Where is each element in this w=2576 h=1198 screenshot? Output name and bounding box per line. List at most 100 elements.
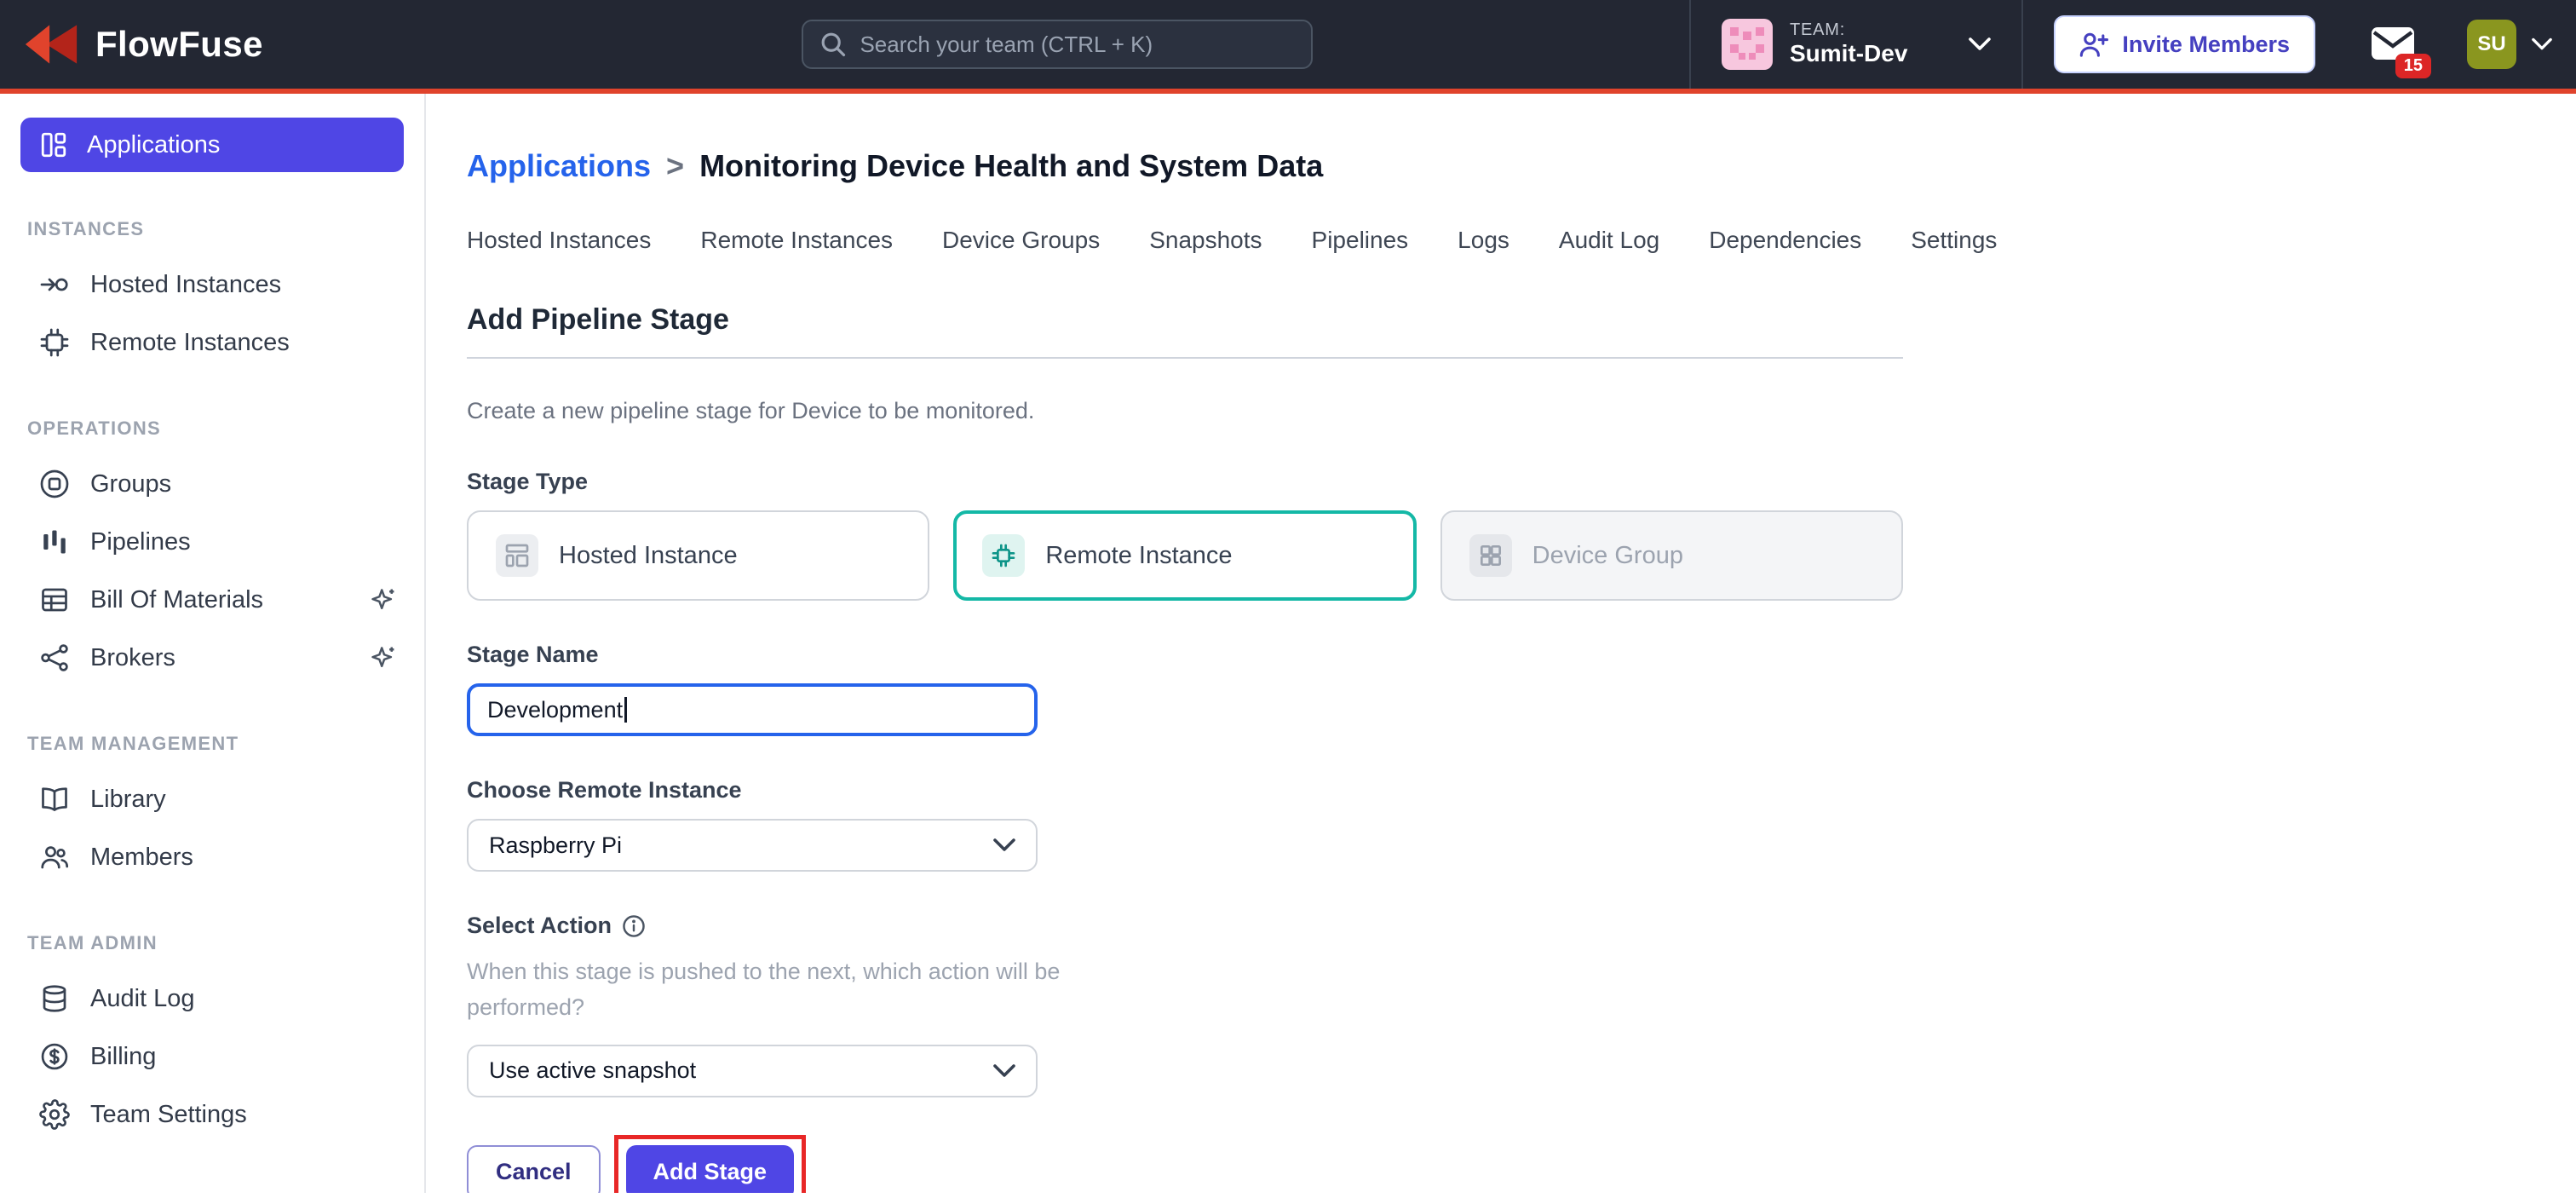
sidebar-item-label: Members <box>90 844 193 872</box>
remote-instances-icon <box>39 327 70 358</box>
app-root: FlowFuse <box>0 0 2576 1198</box>
billing-icon <box>39 1041 70 1072</box>
stage-type-field: Stage Type Hosted Instance <box>467 469 1903 601</box>
nav-center <box>426 0 1689 89</box>
tab-pipelines[interactable]: Pipelines <box>1312 227 1409 254</box>
brand-area: FlowFuse <box>24 0 426 89</box>
remote-instance-field: Choose Remote Instance Raspberry Pi <box>467 777 1903 872</box>
stage-type-remote-instance[interactable]: Remote Instance <box>953 510 1416 601</box>
tab-remote-instances[interactable]: Remote Instances <box>700 227 893 254</box>
sidebar-item-label: Bill Of Materials <box>90 586 263 614</box>
team-avatar <box>1722 19 1773 70</box>
search-input[interactable] <box>860 32 1294 58</box>
remote-instance-label: Choose Remote Instance <box>467 777 1903 803</box>
sidebar-item-hosted-instances[interactable]: Hosted Instances <box>0 256 424 314</box>
application-tabs: Hosted Instances Remote Instances Device… <box>467 227 2576 254</box>
stage-name-value: Development <box>487 697 623 723</box>
sidebar-item-team-settings[interactable]: Team Settings <box>0 1086 424 1143</box>
notifications-button[interactable]: 15 <box>2370 24 2416 65</box>
sidebar-section-instances: INSTANCES <box>27 218 397 240</box>
sidebar-item-label: Library <box>90 786 166 814</box>
stage-type-option-label: Remote Instance <box>1045 542 1232 570</box>
stage-type-hosted-instance[interactable]: Hosted Instance <box>467 510 929 601</box>
sidebar-item-label: Hosted Instances <box>90 271 281 299</box>
stage-name-input[interactable]: Development <box>467 683 1038 736</box>
sidebar-item-label: Audit Log <box>90 985 195 1013</box>
info-icon[interactable] <box>622 914 646 938</box>
page-title: Monitoring Device Health and System Data <box>699 148 1323 184</box>
tab-device-groups[interactable]: Device Groups <box>942 227 1100 254</box>
sidebar-item-library[interactable]: Library <box>0 770 424 828</box>
applications-icon <box>39 130 68 159</box>
groups-icon <box>39 469 70 499</box>
brand-name: FlowFuse <box>95 24 263 65</box>
chevron-down-icon <box>1969 37 1991 51</box>
stage-type-option-label: Hosted Instance <box>559 542 738 570</box>
tab-snapshots[interactable]: Snapshots <box>1149 227 1262 254</box>
sidebar-item-members[interactable]: Members <box>0 828 424 886</box>
members-icon <box>39 842 70 873</box>
search-icon <box>820 32 846 57</box>
sparkle-icon <box>370 644 397 671</box>
tab-dependencies[interactable]: Dependencies <box>1709 227 1861 254</box>
select-action-help: When this stage is pushed to the next, w… <box>467 954 1097 1026</box>
sidebar-item-billing[interactable]: Billing <box>0 1028 424 1086</box>
action-select[interactable]: Use active snapshot <box>467 1045 1038 1097</box>
stage-type-option-label: Device Group <box>1532 542 1683 570</box>
breadcrumb: Applications > Monitoring Device Health … <box>467 148 2576 184</box>
tab-logs[interactable]: Logs <box>1458 227 1509 254</box>
team-search[interactable] <box>802 20 1313 69</box>
sidebar-item-label: Billing <box>90 1043 156 1071</box>
remote-instance-value: Raspberry Pi <box>489 832 622 859</box>
remote-instance-select[interactable]: Raspberry Pi <box>467 819 1038 872</box>
invite-members-button[interactable]: Invite Members <box>2054 15 2315 73</box>
sidebar-item-label: Pipelines <box>90 528 191 556</box>
sidebar-item-label: Applications <box>87 131 220 159</box>
remote-instance-icon <box>982 534 1025 577</box>
top-navbar: FlowFuse <box>0 0 2576 94</box>
device-group-icon <box>1469 534 1512 577</box>
chevron-down-icon <box>993 1064 1015 1078</box>
audit-log-icon <box>39 983 70 1014</box>
breadcrumb-applications-link[interactable]: Applications <box>467 148 651 184</box>
sidebar-section-team-management: TEAM MANAGEMENT <box>27 733 397 755</box>
text-cursor <box>624 697 627 723</box>
tab-audit-log[interactable]: Audit Log <box>1559 227 1659 254</box>
add-stage-button[interactable]: Add Stage <box>626 1145 795 1193</box>
library-icon <box>39 784 70 815</box>
sidebar-item-brokers[interactable]: Brokers <box>0 629 424 687</box>
action-value: Use active snapshot <box>489 1057 696 1084</box>
sidebar-item-label: Brokers <box>90 644 175 672</box>
hosted-instance-icon <box>496 534 538 577</box>
hosted-instances-icon <box>39 269 70 300</box>
stage-type-label: Stage Type <box>467 469 1903 495</box>
invite-members-label: Invite Members <box>2122 32 2290 58</box>
notification-badge: 15 <box>2395 54 2431 78</box>
sidebar-item-applications[interactable]: Applications <box>20 118 404 172</box>
breadcrumb-separator: > <box>666 148 684 184</box>
form-title: Add Pipeline Stage <box>467 303 1903 337</box>
add-pipeline-stage-form: Add Pipeline Stage Create a new pipeline… <box>467 303 1903 1193</box>
title-divider <box>467 357 1903 359</box>
sidebar-item-remote-instances[interactable]: Remote Instances <box>0 314 424 371</box>
sidebar-item-label: Groups <box>90 470 171 498</box>
user-menu[interactable]: SU <box>2467 20 2552 69</box>
sidebar-item-label: Team Settings <box>90 1101 247 1129</box>
sparkle-icon <box>370 586 397 613</box>
team-selector[interactable]: TEAM: Sumit-Dev <box>1689 0 2023 89</box>
sidebar-item-audit-log[interactable]: Audit Log <box>0 970 424 1028</box>
flowfuse-logo-icon[interactable] <box>24 23 78 66</box>
user-plus-icon <box>2079 32 2108 57</box>
pipelines-icon <box>39 527 70 557</box>
cancel-button[interactable]: Cancel <box>467 1145 601 1193</box>
sidebar-item-pipelines[interactable]: Pipelines <box>0 513 424 571</box>
sidebar-item-groups[interactable]: Groups <box>0 455 424 513</box>
stage-name-field: Stage Name Development <box>467 642 1903 736</box>
tab-settings[interactable]: Settings <box>1911 227 1997 254</box>
main-content: Applications > Monitoring Device Health … <box>426 94 2576 1193</box>
form-description: Create a new pipeline stage for Device t… <box>467 398 1903 424</box>
tab-hosted-instances[interactable]: Hosted Instances <box>467 227 651 254</box>
sidebar-item-bill-of-materials[interactable]: Bill Of Materials <box>0 571 424 629</box>
bill-of-materials-icon <box>39 585 70 615</box>
select-action-field: Select Action When this stage is pushed … <box>467 913 1903 1097</box>
